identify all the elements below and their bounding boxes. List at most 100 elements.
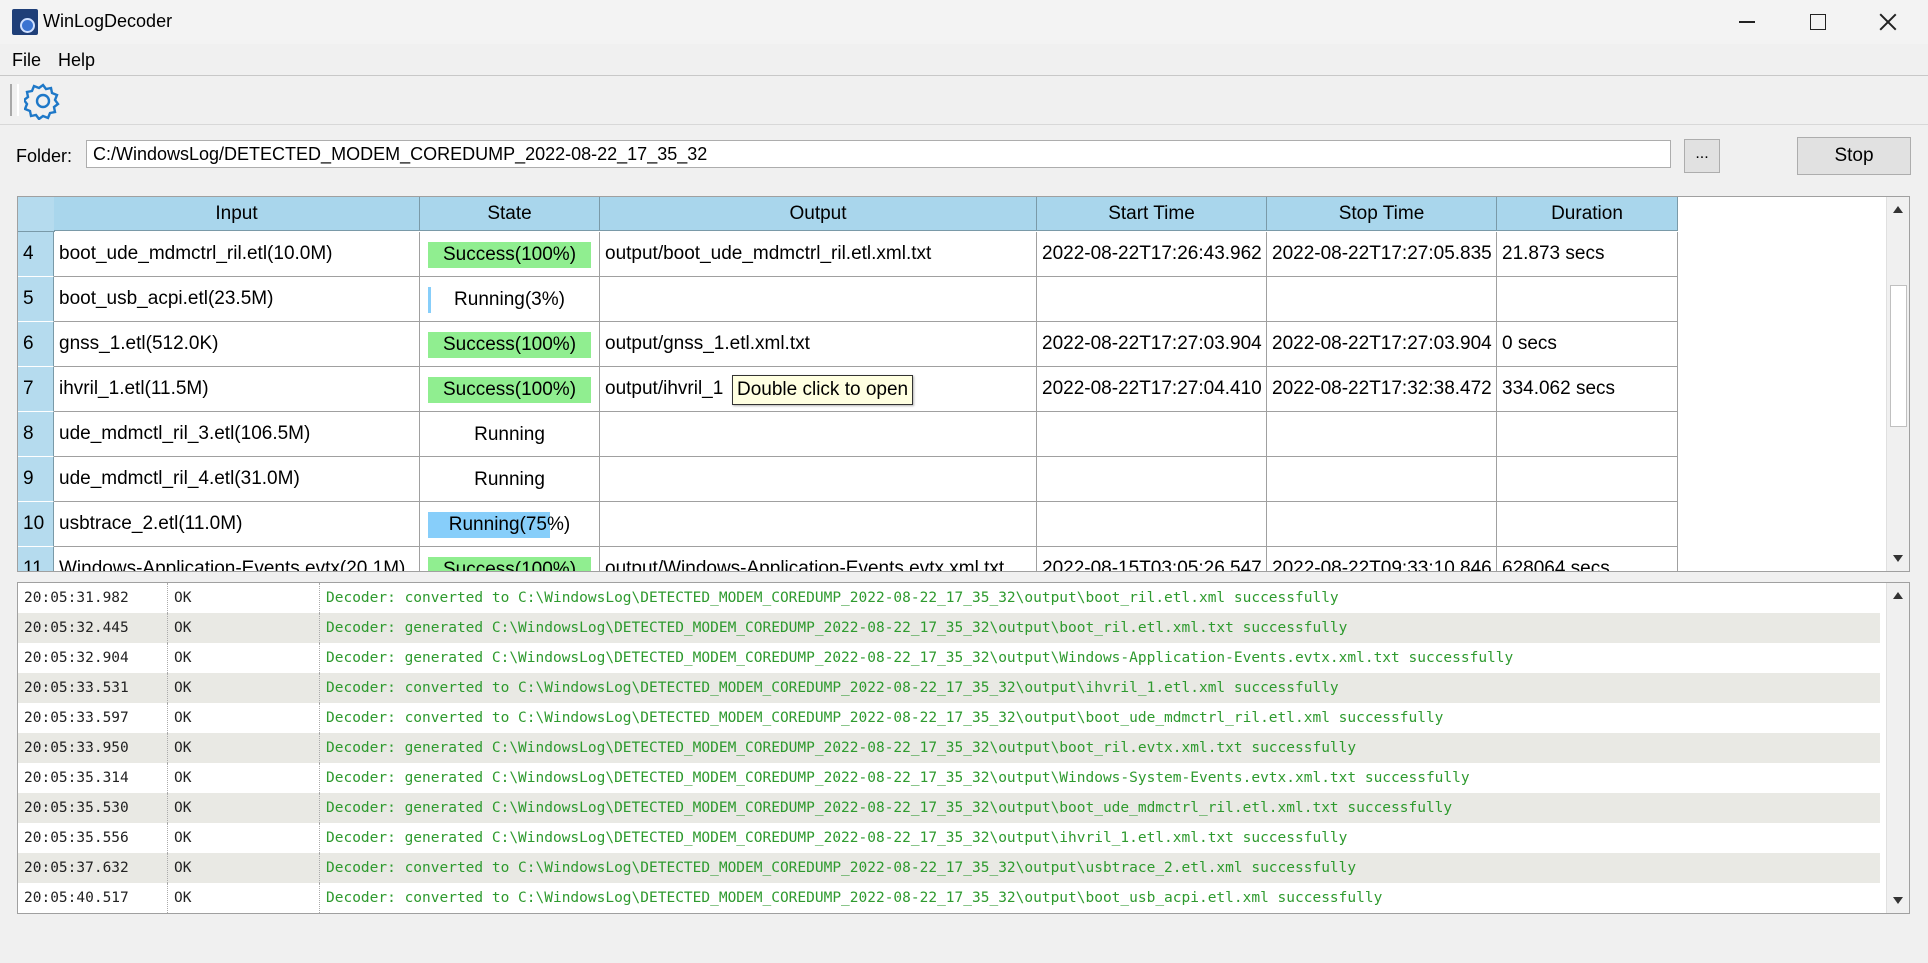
log-scroll-up-arrow-icon[interactable]	[1893, 592, 1903, 599]
cell-state[interactable]: Running(75%)	[420, 502, 600, 547]
row-number[interactable]: 10	[18, 502, 54, 547]
cell-start-time[interactable]: 2022-08-22T17:27:04.410	[1037, 367, 1267, 412]
column-header-start-time[interactable]: Start Time	[1037, 197, 1267, 231]
cell-stop-time[interactable]	[1267, 277, 1497, 322]
settings-button[interactable]	[22, 82, 62, 121]
cell-output[interactable]	[600, 502, 1037, 547]
minimize-button[interactable]	[1712, 0, 1782, 44]
cell-stop-time[interactable]: 2022-08-22T17:32:38.472	[1267, 367, 1497, 412]
cell-duration[interactable]: 334.062 secs	[1497, 367, 1678, 412]
cell-state[interactable]: Success(100%)	[420, 232, 600, 277]
scroll-up-arrow-icon[interactable]	[1893, 206, 1903, 213]
log-vertical-scrollbar[interactable]	[1886, 583, 1909, 913]
cell-input[interactable]: boot_usb_acpi.etl(23.5M)	[54, 277, 420, 322]
cell-duration[interactable]	[1497, 277, 1678, 322]
toolbar-grip[interactable]	[10, 84, 19, 116]
cell-input[interactable]: gnss_1.etl(512.0K)	[54, 322, 420, 367]
cell-input[interactable]: ihvril_1.etl(11.5M)	[54, 367, 420, 412]
row-number[interactable]: 5	[18, 277, 54, 322]
cell-output[interactable]	[600, 412, 1037, 457]
cell-start-time[interactable]	[1037, 457, 1267, 502]
menu-help[interactable]: Help	[58, 50, 95, 71]
log-entry[interactable]: 20:05:32.904 OK Decoder: generated C:\Wind…	[18, 643, 1880, 673]
table-row[interactable]: 9 ude_mdmctl_ril_4.etl(31.0M) Running	[18, 457, 1678, 502]
cell-start-time[interactable]: 2022-08-15T03:05:26.547	[1037, 547, 1267, 571]
log-entry[interactable]: 20:05:33.950 OK Decoder: generated C:\Wind…	[18, 733, 1880, 763]
table-row[interactable]: 8 ude_mdmctl_ril_3.etl(106.5M) Running	[18, 412, 1678, 457]
log-entry[interactable]: 20:05:35.530 OK Decoder: generated C:\Wind…	[18, 793, 1880, 823]
cell-start-time[interactable]	[1037, 412, 1267, 457]
cell-duration[interactable]	[1497, 412, 1678, 457]
cell-state[interactable]: Success(100%)	[420, 547, 600, 571]
cell-duration[interactable]	[1497, 457, 1678, 502]
table-row[interactable]: 4 boot_ude_mdmctrl_ril.etl(10.0M) Success(…	[18, 232, 1678, 277]
cell-stop-time[interactable]	[1267, 457, 1497, 502]
cell-state[interactable]: Running	[420, 457, 600, 502]
log-entry[interactable]: 20:05:32.445 OK Decoder: generated C:\Wind…	[18, 613, 1880, 643]
cell-stop-time[interactable]	[1267, 502, 1497, 547]
column-header-state[interactable]: State	[420, 197, 600, 231]
state-label: Running	[474, 469, 545, 490]
cell-state[interactable]: Running(3%)	[420, 277, 600, 322]
log-scroll-down-arrow-icon[interactable]	[1893, 897, 1903, 904]
cell-state[interactable]: Success(100%)	[420, 322, 600, 367]
cell-stop-time[interactable]: 2022-08-22T17:27:05.835	[1267, 232, 1497, 277]
log-entry[interactable]: 20:05:37.632 OK Decoder: converted to C:\W…	[18, 853, 1880, 883]
row-number[interactable]: 4	[18, 232, 54, 277]
cell-input[interactable]: ude_mdmctl_ril_4.etl(31.0M)	[54, 457, 420, 502]
row-number[interactable]: 7	[18, 367, 54, 412]
row-number[interactable]: 8	[18, 412, 54, 457]
table-corner[interactable]	[18, 197, 55, 232]
cell-output[interactable]: output/Windows-Application-Events.evtx.x…	[600, 547, 1037, 571]
row-number[interactable]: 11	[18, 547, 54, 571]
stop-button[interactable]: Stop	[1797, 137, 1911, 175]
log-panel[interactable]: 20:05:31.982 OK Decoder: converted to C:\W…	[17, 582, 1910, 914]
files-table[interactable]: Input State Output Start Time Stop Time …	[17, 196, 1910, 572]
browse-button[interactable]: ...	[1684, 139, 1720, 173]
menu-file[interactable]: File	[12, 50, 41, 71]
column-header-duration[interactable]: Duration	[1497, 197, 1678, 231]
table-row[interactable]: 5 boot_usb_acpi.etl(23.5M) Running(3%)	[18, 277, 1678, 322]
row-number[interactable]: 9	[18, 457, 54, 502]
cell-state[interactable]: Running	[420, 412, 600, 457]
table-row[interactable]: 10 usbtrace_2.etl(11.0M) Running(75%)	[18, 502, 1678, 547]
cell-output[interactable]	[600, 277, 1037, 322]
log-entry[interactable]: 20:05:33.597 OK Decoder: converted to C:\W…	[18, 703, 1880, 733]
table-vertical-scrollbar[interactable]	[1886, 197, 1909, 571]
column-header-input[interactable]: Input	[54, 197, 420, 231]
log-entry[interactable]: 20:05:33.531 OK Decoder: converted to C:\W…	[18, 673, 1880, 703]
cell-duration[interactable]: 628064 secs	[1497, 547, 1678, 571]
scrollbar-thumb[interactable]	[1890, 285, 1907, 427]
cell-stop-time[interactable]: 2022-08-22T17:27:03.904	[1267, 322, 1497, 367]
maximize-button[interactable]	[1783, 0, 1853, 44]
column-header-stop-time[interactable]: Stop Time	[1267, 197, 1497, 231]
log-entry[interactable]: 20:05:31.982 OK Decoder: converted to C:\W…	[18, 583, 1880, 613]
cell-state[interactable]: Success(100%)	[420, 367, 600, 412]
folder-path-input[interactable]: C:/WindowsLog/DETECTED_MODEM_COREDUMP_20…	[86, 140, 1671, 168]
cell-stop-time[interactable]	[1267, 412, 1497, 457]
cell-start-time[interactable]: 2022-08-22T17:27:03.904	[1037, 322, 1267, 367]
log-entry[interactable]: 20:05:40.517 OK Decoder: converted to C:\W…	[18, 883, 1880, 913]
cell-input[interactable]: boot_ude_mdmctrl_ril.etl(10.0M)	[54, 232, 420, 277]
cell-input[interactable]: Windows-Application-Events.evtx(20.1M)	[54, 547, 420, 571]
row-number[interactable]: 6	[18, 322, 54, 367]
table-row[interactable]: 11 Windows-Application-Events.evtx(20.1M)…	[18, 547, 1678, 571]
cell-output[interactable]: output/boot_ude_mdmctrl_ril.etl.xml.txt	[600, 232, 1037, 277]
cell-stop-time[interactable]: 2022-08-22T09:33:10.846	[1267, 547, 1497, 571]
log-entry[interactable]: 20:05:35.556 OK Decoder: generated C:\Wind…	[18, 823, 1880, 853]
column-header-output[interactable]: Output	[600, 197, 1037, 231]
log-entry[interactable]: 20:05:35.314 OK Decoder: generated C:\Wind…	[18, 763, 1880, 793]
table-row[interactable]: 6 gnss_1.etl(512.0K) Success(100%) output/g…	[18, 322, 1678, 367]
close-button[interactable]	[1853, 0, 1923, 44]
cell-output[interactable]: output/gnss_1.etl.xml.txt	[600, 322, 1037, 367]
cell-duration[interactable]	[1497, 502, 1678, 547]
cell-input[interactable]: ude_mdmctl_ril_3.etl(106.5M)	[54, 412, 420, 457]
cell-duration[interactable]: 0 secs	[1497, 322, 1678, 367]
cell-start-time[interactable]	[1037, 502, 1267, 547]
cell-duration[interactable]: 21.873 secs	[1497, 232, 1678, 277]
cell-start-time[interactable]: 2022-08-22T17:26:43.962	[1037, 232, 1267, 277]
cell-input[interactable]: usbtrace_2.etl(11.0M)	[54, 502, 420, 547]
scroll-down-arrow-icon[interactable]	[1893, 555, 1903, 562]
cell-output[interactable]	[600, 457, 1037, 502]
cell-start-time[interactable]	[1037, 277, 1267, 322]
